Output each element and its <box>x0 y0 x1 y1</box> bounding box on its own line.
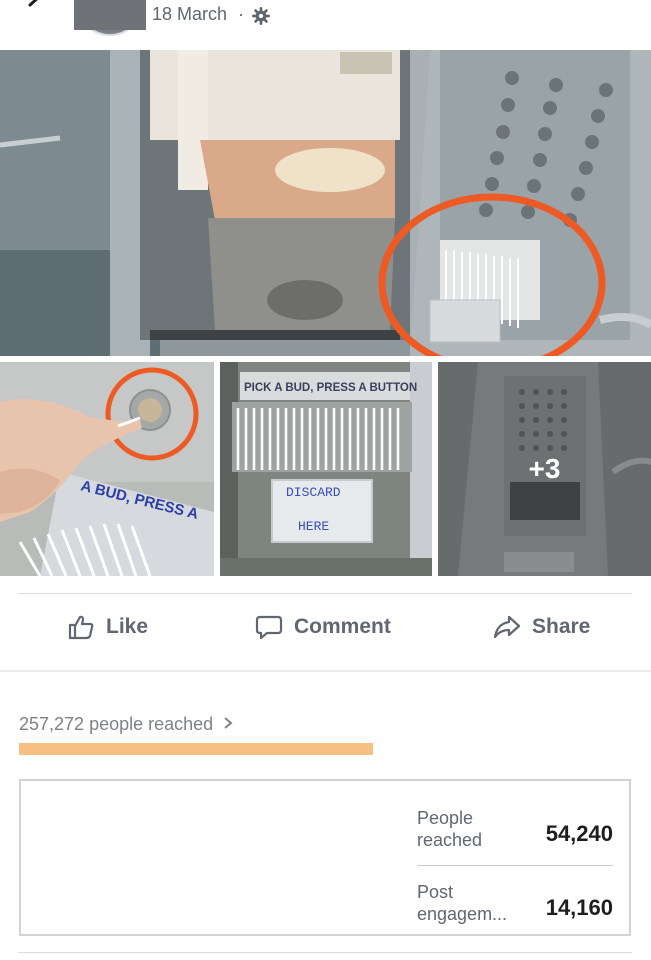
people-reached-text: 257,272 people reached <box>19 714 214 734</box>
comment-label: Comment <box>294 615 391 638</box>
back-arrow-icon[interactable] <box>26 0 48 16</box>
post-photo-finger-button[interactable]: A BUD, PRESS A <box>0 362 214 576</box>
share-arrow-icon <box>493 615 521 639</box>
elevator-photo-illustration <box>0 50 651 356</box>
stat-post-engagement: Post engagem... 14,160 <box>417 881 613 929</box>
share-button[interactable]: Share <box>492 610 590 644</box>
chevron-right-icon <box>224 717 233 729</box>
divider-bottom <box>18 952 632 953</box>
like-button[interactable]: Like <box>66 610 148 644</box>
more-photos-overlay[interactable]: +3 <box>438 362 651 576</box>
post-header: 18 March · <box>0 0 651 48</box>
stat-label: Post engagem... <box>417 882 508 924</box>
post-photo-elevator[interactable] <box>0 50 651 356</box>
section-divider <box>0 670 651 672</box>
post-date[interactable]: 18 March <box>152 4 227 25</box>
sign-here-text: HERE <box>298 519 329 534</box>
post-photo-panel-more[interactable]: +3 <box>438 362 651 576</box>
stat-value: 54,240 <box>545 821 613 846</box>
comment-button[interactable]: Comment <box>254 610 391 644</box>
more-photos-count: +3 <box>528 453 561 484</box>
people-reached-link[interactable]: 257,272 people reached <box>19 714 234 735</box>
date-separator: · <box>238 4 244 24</box>
insights-stats-card[interactable]: People reached 54,240 Post engagem... 14… <box>19 779 631 936</box>
sign-discard-text: DISCARD <box>286 485 341 500</box>
reach-progress-bar <box>19 743 373 755</box>
dispenser-photo-illustration: PICK A BUD, PRESS A BUTTON DISCARD HERE <box>220 362 432 576</box>
post-photo-dispenser[interactable]: PICK A BUD, PRESS A BUTTON DISCARD HERE <box>220 362 432 576</box>
like-label: Like <box>106 615 149 638</box>
sign-pick-text: PICK A BUD, PRESS A BUTTON <box>244 382 417 394</box>
finger-photo-illustration: A BUD, PRESS A <box>0 362 214 576</box>
author-name-redacted[interactable] <box>74 0 146 30</box>
gear-icon[interactable] <box>252 7 270 25</box>
speech-bubble-icon <box>255 615 283 640</box>
reach-progress-fill <box>19 743 373 755</box>
divider-top <box>18 593 632 594</box>
stat-divider <box>417 865 613 866</box>
thumbs-up-icon <box>68 615 94 640</box>
stat-value: 14,160 <box>545 895 613 920</box>
stat-people-reached: People reached 54,240 <box>417 807 613 855</box>
stat-label: People reached <box>417 808 483 850</box>
share-label: Share <box>532 615 591 638</box>
